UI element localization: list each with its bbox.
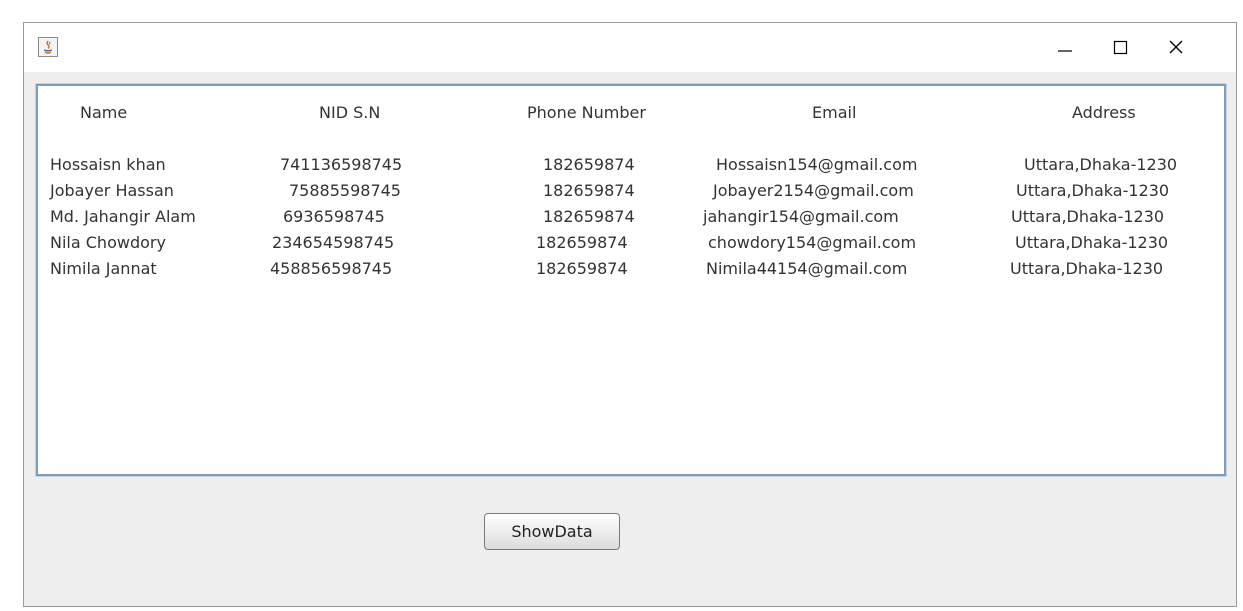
row-email: Nimila44154@gmail.com [706, 259, 908, 278]
row-address: Uttara,Dhaka-1230 [1016, 181, 1170, 200]
row-nid: 234654598745 [272, 233, 395, 252]
row-address: Uttara,Dhaka-1230 [1010, 259, 1164, 278]
row-phone: 182659874 [543, 155, 635, 174]
row-name: Md. Jahangir Alam [50, 207, 196, 226]
header-phone: Phone Number [527, 103, 646, 122]
row-nid: 6936598745 [283, 207, 385, 226]
row-name: Nila Chowdory [50, 233, 166, 252]
row-email: jahangir154@gmail.com [703, 207, 899, 226]
row-email: Jobayer2154@gmail.com [713, 181, 914, 200]
title-bar [24, 23, 1236, 72]
row-nid: 741136598745 [280, 155, 403, 174]
row-phone: 182659874 [536, 233, 628, 252]
row-nid: 75885598745 [289, 181, 401, 200]
minimize-button[interactable] [1043, 23, 1087, 72]
row-nid: 458856598745 [270, 259, 393, 278]
close-icon [1169, 40, 1183, 54]
header-nid: NID S.N [319, 103, 381, 122]
maximize-button[interactable] [1099, 23, 1143, 72]
row-name: Jobayer Hassan [50, 181, 174, 200]
maximize-icon [1113, 40, 1128, 55]
row-name: Nimila Jannat [50, 259, 157, 278]
header-name: Name [80, 103, 128, 122]
show-data-button[interactable]: ShowData [484, 513, 620, 550]
row-email: Hossaisn154@gmail.com [716, 155, 918, 174]
row-phone: 182659874 [543, 207, 635, 226]
row-phone: 182659874 [536, 259, 628, 278]
row-address: Uttara,Dhaka-1230 [1015, 233, 1169, 252]
close-button[interactable] [1154, 23, 1198, 72]
app-window: Name NID S.N Phone Number Email Address … [23, 22, 1237, 607]
minimize-icon [1058, 50, 1072, 52]
row-phone: 182659874 [543, 181, 635, 200]
row-address: Uttara,Dhaka-1230 [1011, 207, 1165, 226]
row-name: Hossaisn khan [50, 155, 166, 174]
row-email: chowdory154@gmail.com [708, 233, 917, 252]
data-text-area[interactable]: Name NID S.N Phone Number Email Address … [36, 84, 1226, 476]
java-icon[interactable] [38, 37, 58, 57]
header-email: Email [812, 103, 857, 122]
row-address: Uttara,Dhaka-1230 [1024, 155, 1178, 174]
header-address: Address [1072, 103, 1136, 122]
